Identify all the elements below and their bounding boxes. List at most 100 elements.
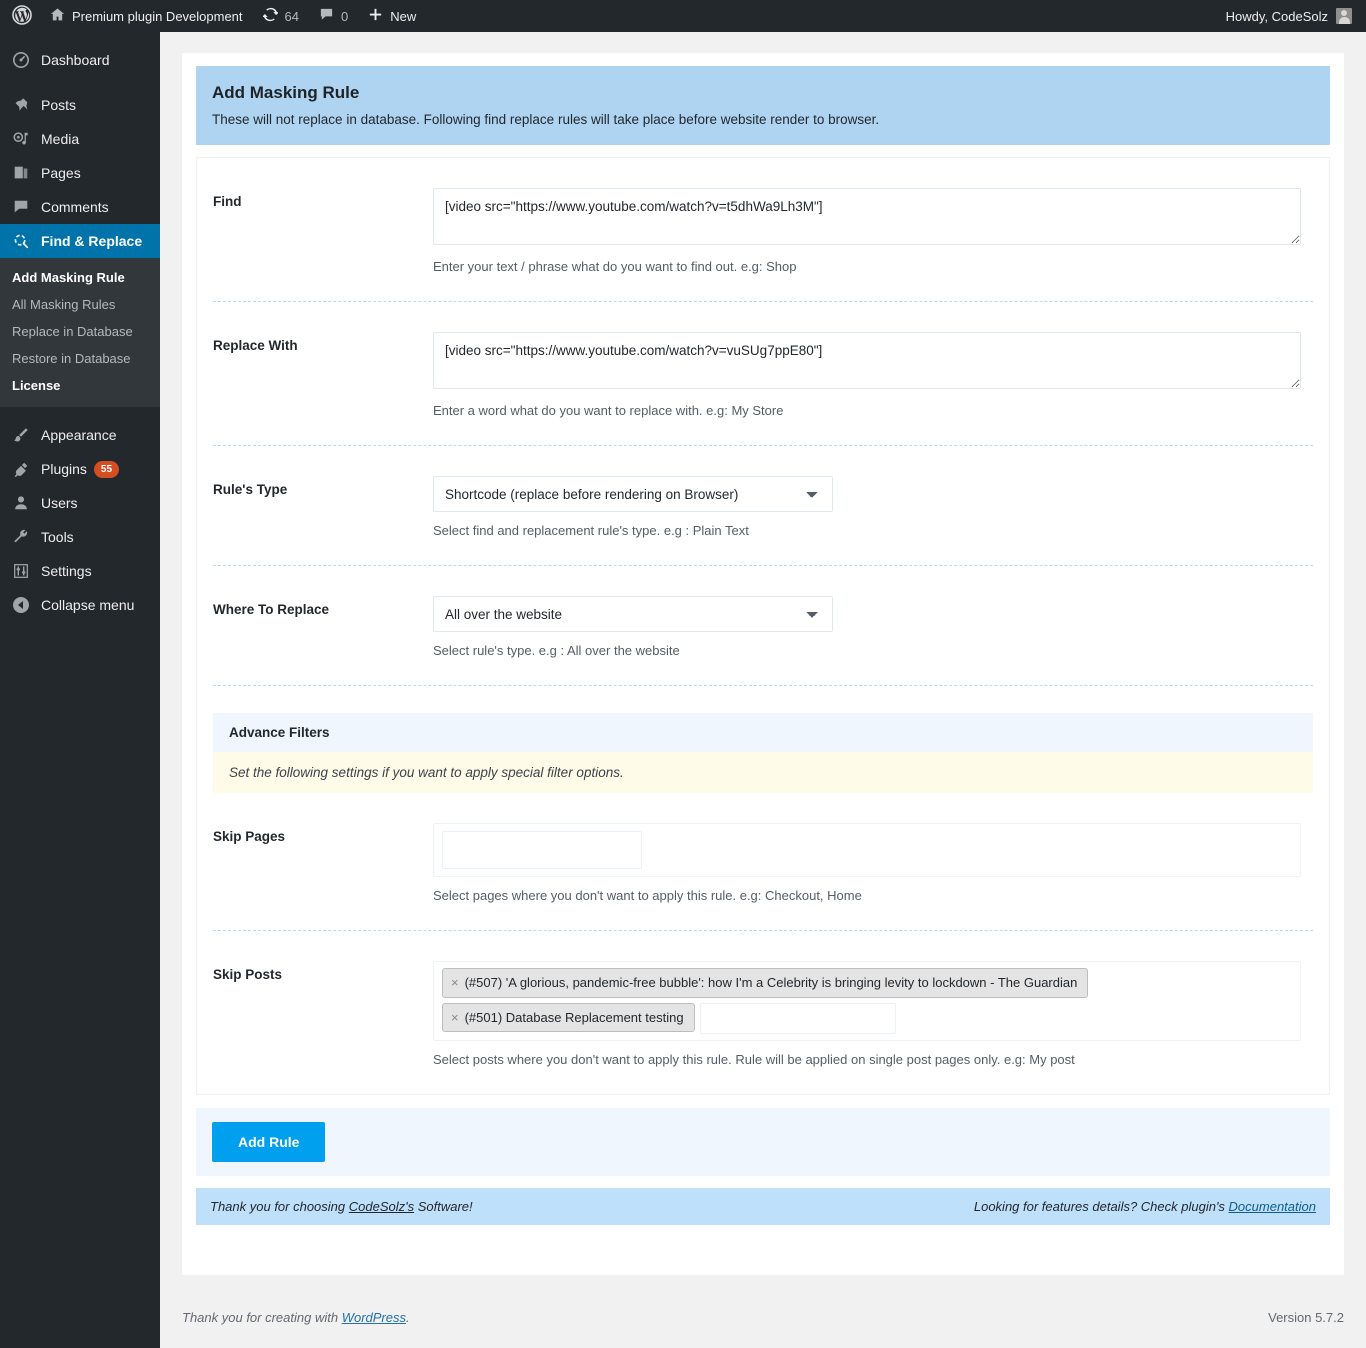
wordpress-logo-icon <box>12 4 32 28</box>
submenu-item-replace-in-database[interactable]: Replace in Database <box>0 318 160 345</box>
skip-posts-token[interactable]: × (#501) Database Replacement testing <box>442 1002 695 1033</box>
submenu-item-license[interactable]: License <box>0 372 160 399</box>
sidebar-item-label: Dashboard <box>41 52 110 68</box>
remove-token-icon[interactable]: × <box>451 1010 459 1026</box>
plugin-footer-thanks-suffix: Software! <box>414 1198 473 1214</box>
find-help-text: Enter your text / phrase what do you wan… <box>433 259 797 274</box>
howdy-label: Howdy, CodeSolz <box>1225 8 1328 24</box>
where-to-replace-select[interactable]: All over the website <box>433 596 833 632</box>
site-name-label: Premium plugin Development <box>72 8 243 24</box>
rules-type-help-text: Select find and replacement rule's type.… <box>433 523 749 538</box>
new-content-label: New <box>390 8 417 24</box>
skip-posts-help-text: Select posts where you don't want to app… <box>433 1051 1075 1067</box>
sidebar-item-settings[interactable]: Settings <box>0 554 160 588</box>
submit-bar: Add Rule <box>196 1107 1330 1176</box>
sidebar-item-dashboard[interactable]: Dashboard <box>0 43 160 77</box>
my-account-menu[interactable]: Howdy, CodeSolz <box>1226 8 1366 24</box>
admin-bar: Premium plugin Development 64 0 New Howd… <box>0 0 1366 32</box>
form-row-skip-pages: Skip Pages Select pages where you don't … <box>213 793 1313 931</box>
sidebar-item-posts[interactable]: Posts <box>0 88 160 122</box>
sidebar-item-label: Pages <box>41 165 81 181</box>
sidebar-item-label: Appearance <box>41 427 117 443</box>
codesolz-link[interactable]: CodeSolz's <box>349 1199 414 1214</box>
skip-posts-token-label: (#501) Database Replacement testing <box>464 1009 684 1025</box>
sidebar-item-users[interactable]: Users <box>0 486 160 520</box>
skip-posts-token-label: (#507) 'A glorious, pandemic-free bubble… <box>464 975 1078 990</box>
submenu-item-all-masking-rules[interactable]: All Masking Rules <box>0 291 160 318</box>
submenu-item-restore-in-database[interactable]: Restore in Database <box>0 345 160 372</box>
sidebar-item-label: Find & Replace <box>41 233 143 249</box>
sidebar-item-appearance[interactable]: Appearance <box>0 418 160 452</box>
sidebar-item-tools[interactable]: Tools <box>0 520 160 554</box>
sidebar-item-collapse-menu[interactable]: Collapse menu <box>0 588 160 622</box>
sidebar-item-label: Users <box>41 495 78 511</box>
rules-type-label: Rule's Type <box>213 482 288 497</box>
find-input[interactable]: [video src="https://www.youtube.com/watc… <box>433 188 1301 245</box>
skip-pages-input[interactable] <box>442 831 642 869</box>
documentation-link[interactable]: Documentation <box>1229 1199 1316 1214</box>
menu-spacer-1 <box>0 77 160 88</box>
avatar <box>1336 8 1352 24</box>
form-row-skip-posts: Skip Posts × (#507) 'A glorious, pandemi… <box>213 931 1313 1094</box>
skip-posts-token[interactable]: × (#507) 'A glorious, pandemic-free bubb… <box>442 968 1089 998</box>
wp-footer: Thank you for creating with WordPress. V… <box>160 1300 1366 1348</box>
plugin-page-wrap: Add Masking Rule These will not replace … <box>182 53 1344 1275</box>
skip-posts-input[interactable] <box>699 1002 896 1034</box>
sidebar-item-label: Comments <box>41 199 109 215</box>
wp-footer-thanks: Thank you for creating with WordPress. <box>182 1310 410 1325</box>
plugin-footer-docs-prefix: Looking for features details? Check plug… <box>973 1198 1229 1214</box>
replace-with-help-text: Enter a word what do you want to replace… <box>433 403 784 418</box>
updates-count: 64 <box>284 8 299 24</box>
pin-icon <box>10 96 32 114</box>
skip-pages-help-text: Select pages where you don't want to app… <box>433 888 862 903</box>
sidebar-item-comments[interactable]: Comments <box>0 190 160 224</box>
plus-icon <box>368 7 383 25</box>
comments-menu[interactable]: 0 <box>309 0 358 32</box>
add-rule-button[interactable]: Add Rule <box>212 1121 326 1162</box>
sidebar-item-label: Plugins <box>41 461 87 477</box>
remove-token-icon[interactable]: × <box>451 975 459 991</box>
sidebar-item-find-and-replace[interactable]: Find & Replace <box>0 224 168 258</box>
wordpress-link[interactable]: WordPress <box>342 1310 406 1325</box>
pages-icon <box>10 164 32 182</box>
plugin-footer-thanks-prefix: Thank you for choosing <box>210 1198 349 1214</box>
content-area: Add Masking Rule These will not replace … <box>160 32 1366 1348</box>
plugin-footer-thanks: Thank you for choosing CodeSolz's Softwa… <box>210 1199 473 1214</box>
sidebar-item-media[interactable]: Media <box>0 122 160 156</box>
comment-bubble-icon <box>319 7 334 25</box>
new-content-menu[interactable]: New <box>358 0 426 32</box>
sliders-icon <box>10 562 32 580</box>
wrench-icon <box>10 528 32 546</box>
comments-count: 0 <box>341 8 349 24</box>
find-label: Find <box>213 194 242 209</box>
page-description: These will not replace in database. Foll… <box>212 112 880 127</box>
wp-footer-thanks-suffix: . <box>406 1310 410 1325</box>
wp-version-label: Version 5.7.2 <box>1268 1310 1344 1325</box>
comment-icon <box>10 198 32 216</box>
wordpress-logo-menu[interactable] <box>0 0 40 32</box>
plug-icon <box>10 460 32 478</box>
find-replace-submenu: Add Masking Rule All Masking Rules Repla… <box>0 258 160 407</box>
sidebar-item-label: Tools <box>41 529 74 545</box>
search-replace-icon <box>10 232 32 250</box>
sidebar-item-pages[interactable]: Pages <box>0 156 160 190</box>
rules-type-select[interactable]: Shortcode (replace before rendering on B… <box>433 476 833 512</box>
where-to-replace-help-text: Select rule's type. e.g : All over the w… <box>433 643 680 658</box>
form-row-rules-type: Rule's Type Shortcode (replace before re… <box>213 446 1313 566</box>
advance-filters-note: Set the following settings if you want t… <box>213 752 1313 793</box>
sidebar-item-label: Media <box>41 131 80 147</box>
updates-menu[interactable]: 64 <box>253 0 309 32</box>
skip-pages-token-field[interactable] <box>433 823 1301 877</box>
page-title: Add Masking Rule <box>212 83 360 102</box>
sidebar-item-label: Collapse menu <box>41 597 135 613</box>
replace-with-input[interactable]: [video src="https://www.youtube.com/watc… <box>433 332 1301 389</box>
site-name-menu[interactable]: Premium plugin Development <box>40 0 253 32</box>
wp-footer-thanks-prefix: Thank you for creating with <box>182 1310 342 1325</box>
submenu-item-add-masking-rule[interactable]: Add Masking Rule <box>0 264 160 291</box>
home-icon <box>50 7 65 25</box>
replace-with-label: Replace With <box>213 338 298 353</box>
sidebar-item-plugins[interactable]: Plugins 55 <box>0 452 160 486</box>
where-to-replace-label: Where To Replace <box>213 602 330 617</box>
skip-posts-token-field[interactable]: × (#507) 'A glorious, pandemic-free bubb… <box>433 961 1301 1041</box>
admin-sidebar: Dashboard Posts Media Pages Comments Fin… <box>0 32 168 1348</box>
